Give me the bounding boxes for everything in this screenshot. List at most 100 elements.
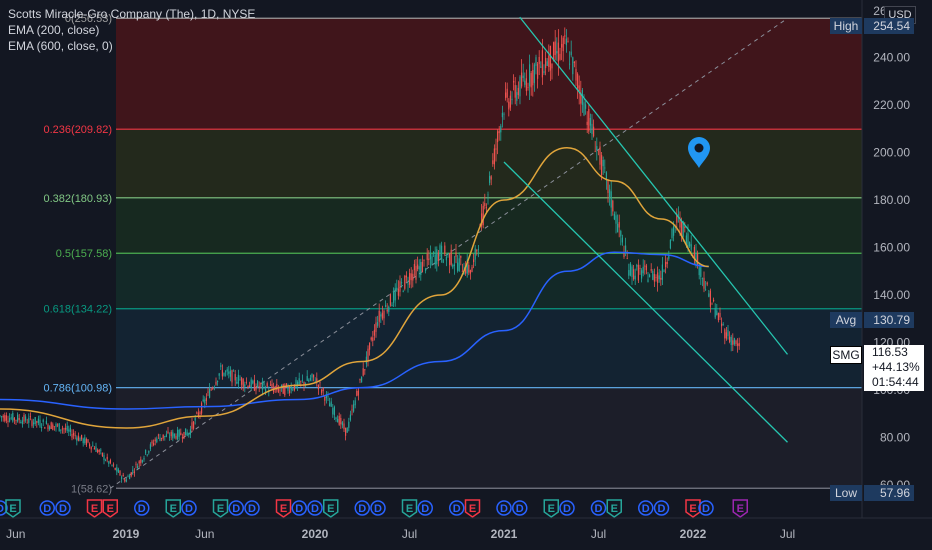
candle-body: [615, 215, 617, 224]
candle-body: [89, 444, 91, 447]
event-letter: E: [469, 503, 476, 515]
candle-body: [391, 304, 393, 307]
candle-body: [362, 368, 364, 376]
price-axis: 240.00220.00200.00180.00160.00140.00120.…: [861, 0, 932, 518]
candle-body: [149, 444, 151, 449]
candle-body: [29, 416, 31, 418]
price-chart[interactable]: 0(256.53)0.236(209.82)0.382(180.93)0.5(1…: [0, 0, 932, 550]
symbol-tag: SMG: [830, 346, 862, 364]
candle-body: [434, 254, 436, 265]
event-marker: D: [181, 500, 197, 516]
candle-body: [228, 371, 230, 374]
event-marker: D: [653, 500, 670, 516]
candle-body: [266, 383, 268, 387]
candle-body: [41, 426, 43, 429]
time-axis: Jun 2019 Jun 2020 Jul 2021 Jul 2022 Jul: [0, 517, 932, 550]
candle-body: [343, 423, 345, 430]
candle-body: [637, 264, 639, 281]
candle-body: [631, 266, 633, 277]
candle-body: [551, 63, 553, 69]
event-letter: E: [217, 503, 224, 515]
candle-body: [324, 396, 326, 401]
candle-body: [188, 433, 190, 436]
event-letter: D: [658, 503, 666, 515]
candle-body: [370, 337, 372, 340]
candle-body: [111, 464, 113, 466]
candle-body: [473, 259, 475, 263]
candle-body: [401, 282, 403, 284]
fib-label: 0.5(157.58): [56, 248, 112, 260]
candle-body: [722, 324, 724, 325]
price-tick: 80.00: [880, 431, 910, 445]
fib-zone: [116, 253, 862, 309]
candle-body: [178, 429, 180, 437]
candle-body: [181, 437, 183, 439]
candle-body: [329, 403, 331, 407]
candle-body: [351, 409, 353, 411]
event-letter: D: [500, 503, 508, 515]
candle-body: [733, 338, 735, 345]
candle-body: [413, 263, 415, 271]
candle-body: [119, 470, 121, 476]
candle-body: [636, 265, 638, 267]
candle-body: [333, 406, 335, 416]
candle-body: [364, 369, 366, 371]
candle-body: [535, 57, 537, 66]
candle-body: [1, 416, 3, 418]
candle-body: [738, 343, 740, 347]
candle-body: [233, 370, 235, 372]
event-marker: E: [732, 499, 748, 518]
candle-body: [529, 64, 531, 87]
candle-body: [405, 275, 407, 278]
candle-body: [122, 474, 124, 477]
candle-body: [609, 189, 611, 198]
candle-body: [241, 377, 243, 385]
candle-body: [237, 374, 239, 384]
candle-body: [532, 70, 534, 86]
candle-body: [469, 270, 471, 274]
candle-body: [162, 434, 164, 439]
candle-body: [511, 98, 513, 101]
candle-body: [570, 51, 572, 56]
candle-body: [732, 340, 734, 345]
candle-body: [562, 37, 564, 52]
event-marker: E: [275, 499, 292, 518]
candle-body: [50, 422, 52, 430]
candle-body: [261, 381, 263, 390]
candle-body: [633, 269, 635, 280]
candle-body: [548, 55, 550, 67]
candle-body: [57, 424, 59, 426]
candle-body: [537, 63, 539, 79]
fib-label: 0.786(100.98): [44, 383, 113, 395]
map-pin-hole: [694, 143, 704, 153]
candle-body: [477, 249, 479, 251]
candle-body: [229, 370, 231, 377]
event-marker: D: [291, 500, 307, 516]
candle-body: [517, 87, 519, 96]
candle-body: [354, 400, 356, 406]
event-marker: E: [323, 499, 339, 518]
candle-body: [399, 281, 401, 292]
candle-body: [490, 176, 492, 180]
candle-body: [332, 408, 334, 415]
candle-body: [377, 321, 379, 326]
candle-body: [260, 383, 262, 385]
event-marker: E: [685, 499, 701, 518]
event-letter: D: [421, 503, 429, 515]
candle-body: [77, 435, 79, 441]
candle-body: [20, 422, 22, 424]
candle-body: [97, 449, 99, 453]
candle-body: [31, 420, 33, 426]
candle-body: [458, 258, 460, 271]
candle-body: [653, 273, 655, 282]
candle-body: [471, 267, 473, 273]
candle-body: [231, 370, 233, 383]
fib-zone: [116, 197, 862, 254]
time-tick: 2021: [491, 527, 518, 541]
candle-body: [485, 207, 487, 209]
candle-body: [556, 51, 558, 54]
candle-body: [578, 85, 580, 92]
event-marker: D: [512, 500, 528, 516]
candle-body: [634, 275, 636, 280]
candle-body: [287, 386, 289, 391]
